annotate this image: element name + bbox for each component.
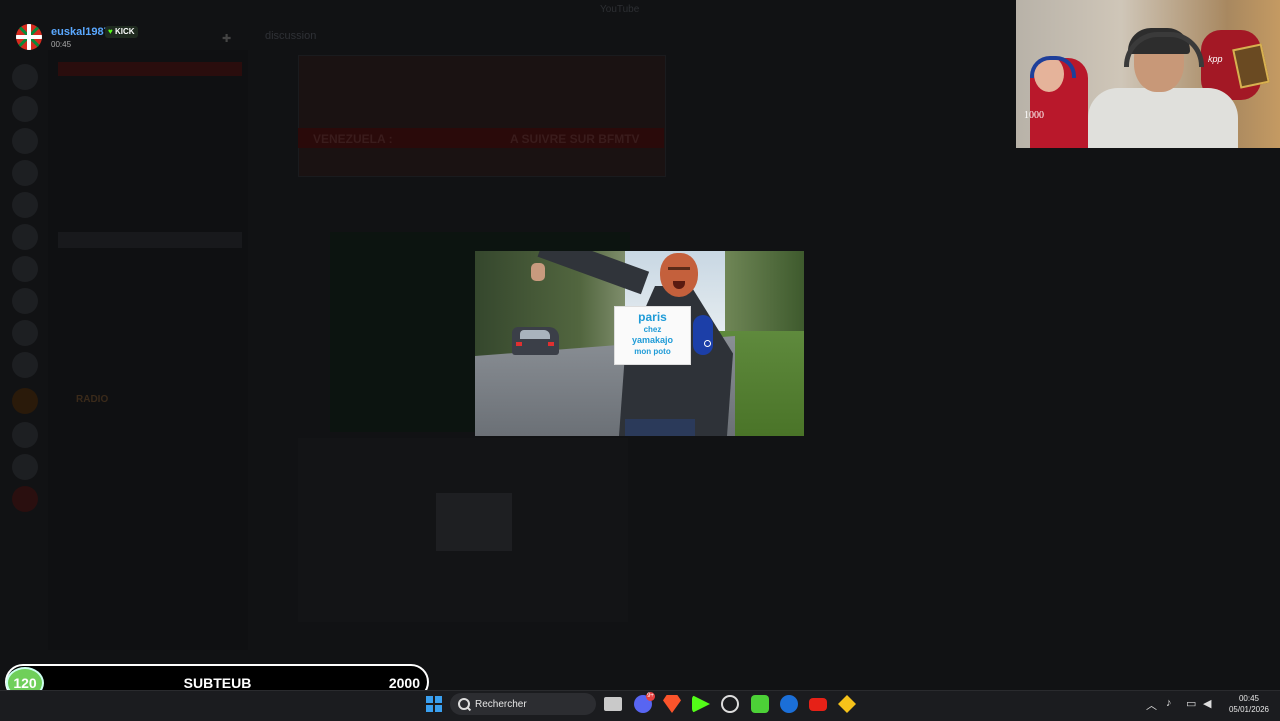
heart-icon: ♥ xyxy=(108,27,113,36)
server-icon[interactable] xyxy=(12,320,38,346)
channel-header: discussion xyxy=(265,30,317,42)
spotify-icon[interactable] xyxy=(751,695,769,713)
thumb xyxy=(531,263,545,281)
channel-item-discussion[interactable] xyxy=(58,232,242,248)
channel-item-highlighted[interactable] xyxy=(58,62,242,76)
chevron-up-icon[interactable]: ︿ xyxy=(1146,697,1157,713)
shirt-text: 1000 xyxy=(1024,110,1044,121)
clock-date[interactable]: 05/01/2026 xyxy=(1226,705,1272,714)
search-placeholder: Rechercher xyxy=(475,699,527,710)
webcam-overlay: kpp 1000 xyxy=(1016,0,1280,148)
server-icon[interactable] xyxy=(12,256,38,282)
notification-badge: 9+ xyxy=(646,692,655,701)
server-icon[interactable] xyxy=(12,64,38,90)
server-icon[interactable] xyxy=(12,422,38,448)
sign-line: paris xyxy=(638,310,667,324)
stream-timer: 00:45 xyxy=(51,40,72,49)
basque-flag-icon xyxy=(16,24,42,50)
sub-goal-label: SUBTEUB xyxy=(183,675,252,691)
server-icon[interactable] xyxy=(12,96,38,122)
sign-line: yamakajo xyxy=(631,335,674,345)
kick-badge-label: KICK xyxy=(114,27,135,36)
channel-list xyxy=(48,50,248,650)
microphone xyxy=(693,315,713,355)
voice-category-label: RADIO xyxy=(76,394,109,405)
server-icon[interactable] xyxy=(12,128,38,154)
server-icon[interactable] xyxy=(12,224,38,250)
windows-start-icon[interactable] xyxy=(426,696,442,712)
steam-icon[interactable] xyxy=(780,695,798,713)
microphone-icon[interactable]: ♪ xyxy=(1166,697,1172,709)
volume-icon[interactable]: ◀ xyxy=(1203,697,1211,710)
sign-line: chez xyxy=(643,325,662,334)
server-icon[interactable] xyxy=(12,160,38,186)
server-icon[interactable] xyxy=(12,486,38,512)
add-friend-icon[interactable]: ✚ xyxy=(222,32,234,45)
news-ticker-text: VENEZUELA : xyxy=(313,132,393,146)
popup-image[interactable]: paris chez yamakajo mon poto xyxy=(475,251,804,436)
window-title: YouTube xyxy=(600,4,640,15)
kick-badge: ♥ KICK xyxy=(105,26,138,38)
face xyxy=(660,253,698,297)
server-rail xyxy=(0,50,48,650)
network-icon[interactable]: ▭ xyxy=(1186,697,1196,710)
youtube-icon[interactable] xyxy=(809,698,827,711)
mouse-cursor-icon xyxy=(704,340,711,347)
shirt-text: kpp xyxy=(1208,54,1223,64)
jeans xyxy=(625,419,695,436)
obs-icon[interactable] xyxy=(721,695,739,713)
streamer xyxy=(1088,88,1238,148)
sign-line: mon poto xyxy=(634,347,671,356)
server-icon[interactable] xyxy=(12,388,38,414)
streamer-username: euskal1987 xyxy=(51,26,110,38)
file-explorer-icon[interactable] xyxy=(604,697,622,711)
attached-image-sign xyxy=(436,493,512,551)
news-ticker-text: A SUIVRE SUR BFMTV xyxy=(510,132,640,146)
clock-time[interactable]: 00:45 xyxy=(1226,694,1272,703)
server-icon[interactable] xyxy=(12,192,38,218)
hitchhike-sign: paris chez yamakajo mon poto xyxy=(614,306,691,365)
server-icon[interactable] xyxy=(12,352,38,378)
car xyxy=(512,327,559,355)
sub-goal-target: 2000 xyxy=(388,675,420,691)
news-image[interactable] xyxy=(298,55,666,177)
server-icon[interactable] xyxy=(12,454,38,480)
server-icon[interactable] xyxy=(12,288,38,314)
